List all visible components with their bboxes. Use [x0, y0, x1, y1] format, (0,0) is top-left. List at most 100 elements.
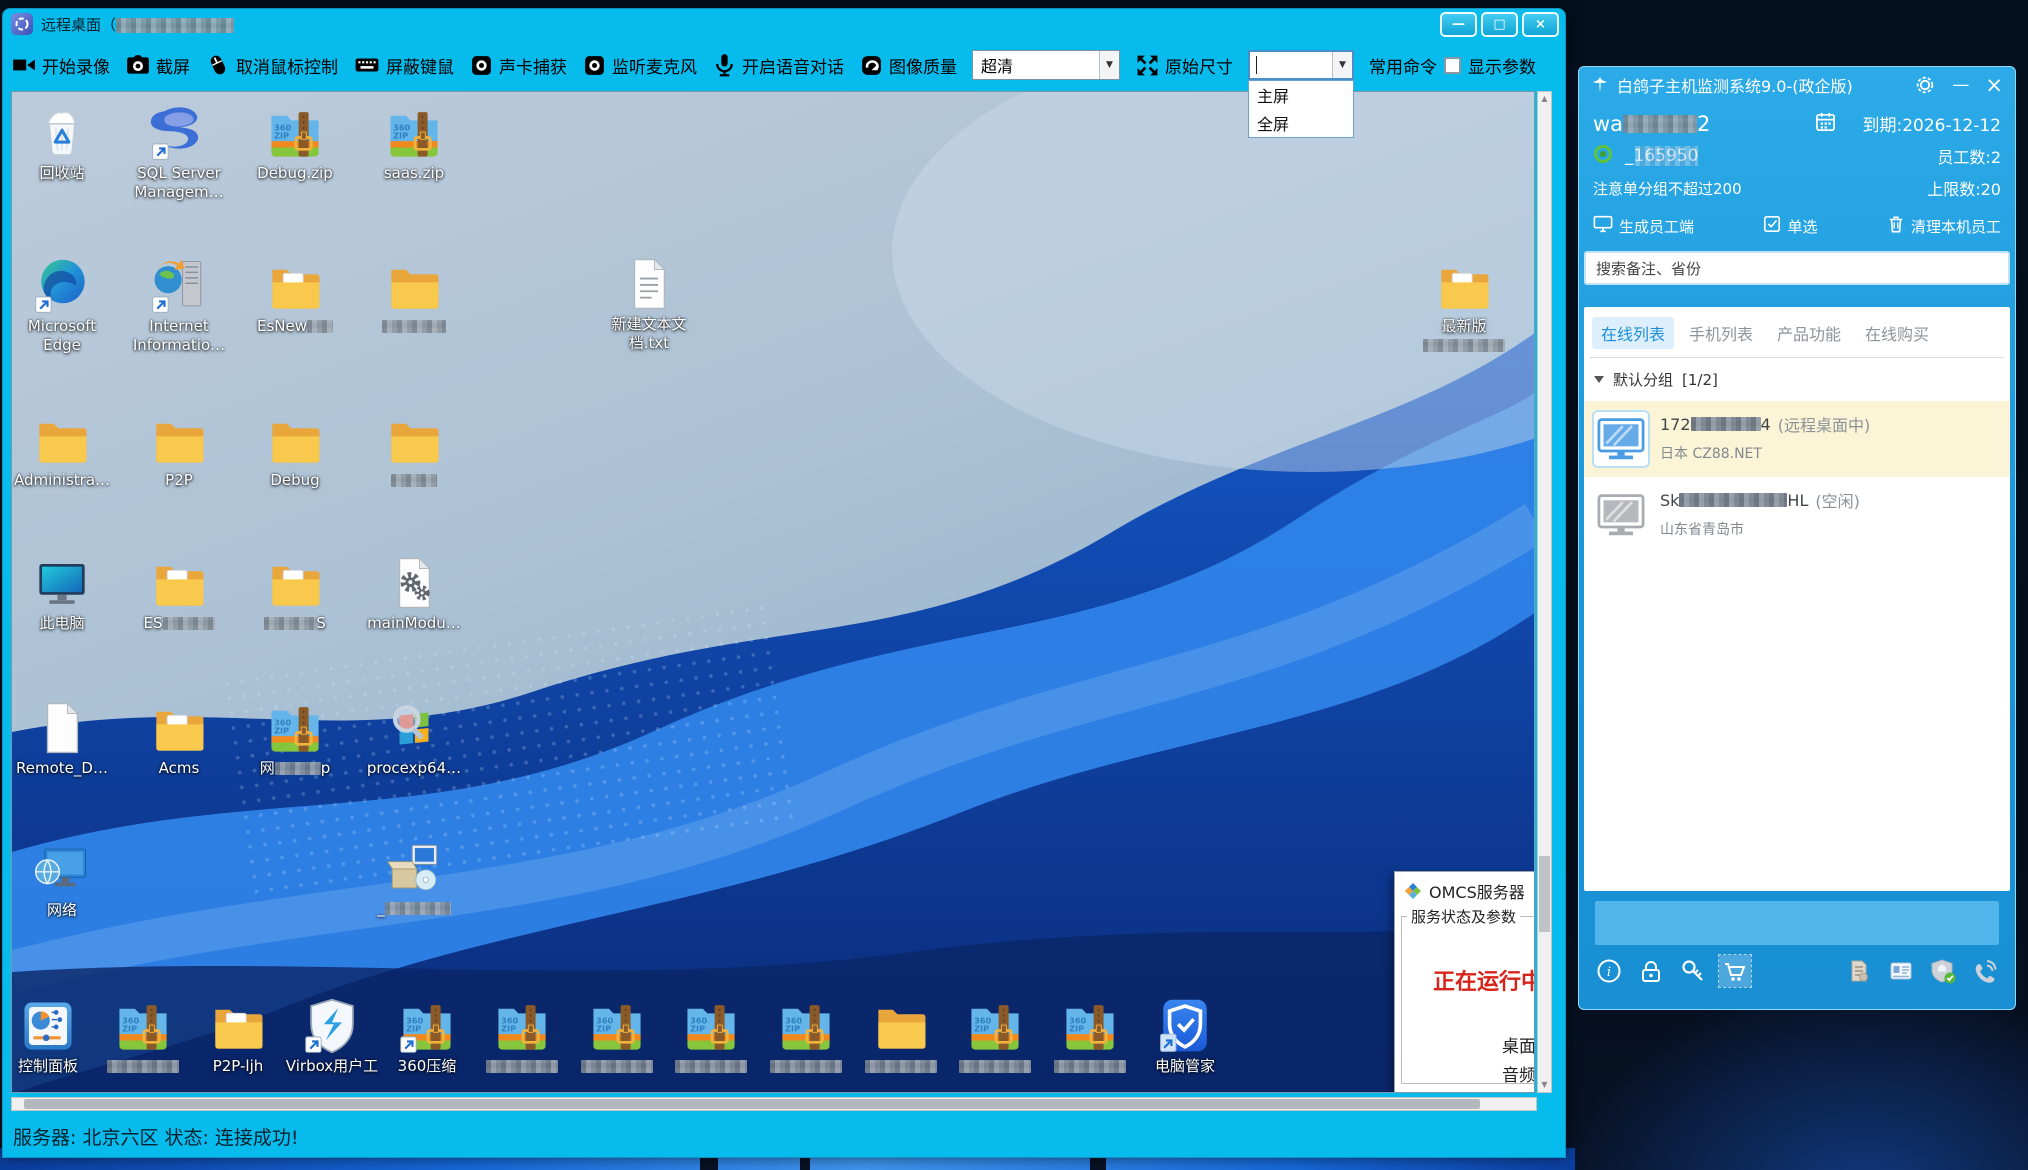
desktop-icon-mainmodule-file[interactable]: mainModu…: [356, 554, 472, 633]
tab-phone-list[interactable]: 手机列表: [1680, 317, 1762, 349]
idcard-icon[interactable]: [1885, 955, 1917, 987]
desktop-icon-saas-zip[interactable]: 360ZIPsaas.zip: [356, 104, 472, 183]
host-location: 山东省青岛市: [1660, 519, 1860, 539]
chevron-down-icon[interactable]: ▼: [1332, 52, 1352, 78]
screen-size-select[interactable]: ▼ 主屏全屏: [1248, 50, 1354, 80]
desktop-icon-esnew-folder[interactable]: EsNew: [237, 257, 353, 336]
host-item-1[interactable]: SkHL(空闲)山东省青岛市: [1584, 477, 2010, 553]
desktop-icon-internet-information-services[interactable]: InternetInformatio…: [121, 257, 237, 355]
panel-minimize-button[interactable]: —: [1952, 75, 1969, 95]
tab-online-purchase[interactable]: 在线购买: [1856, 317, 1938, 349]
desktop-icon-procexp64[interactable]: procexp64…: [356, 699, 472, 778]
panel-titlebar[interactable]: 白鸽子主机监测系统9.0-(政企版) — ×: [1579, 67, 2015, 103]
single-select-button[interactable]: 单选: [1763, 215, 1817, 237]
key-icon[interactable]: [1677, 955, 1709, 987]
microsoft-edge-icon: [33, 257, 91, 315]
desktop-icon-masked-folder-1[interactable]: [356, 257, 472, 336]
vertical-scrollbar[interactable]: ▲ ▼: [1537, 91, 1552, 1093]
es-folder-icon: [150, 554, 208, 612]
horizontal-scrollbar-thumb[interactable]: [24, 1099, 1480, 1109]
masked-zip-8-icon: 360ZIP: [1061, 997, 1119, 1055]
desktop-icon-masked-installer[interactable]: _: [356, 839, 472, 918]
phone-icon[interactable]: [1969, 955, 2001, 987]
cancel-mouse-control-button[interactable]: 取消鼠标控制: [205, 52, 338, 78]
lock-icon[interactable]: [1635, 955, 1667, 987]
start-record-button[interactable]: 开始录像: [11, 52, 110, 78]
omcs-title: OMCS服务器: [1429, 879, 1525, 903]
tab-product-features[interactable]: 产品功能: [1768, 317, 1850, 349]
screen-option-0[interactable]: 主屏: [1249, 81, 1353, 109]
desktop-icon-label: ES: [144, 614, 215, 633]
screenshot-button[interactable]: 截屏: [125, 52, 190, 78]
desktop-icon-remote-d-file[interactable]: Remote_D…: [11, 699, 120, 778]
remote-titlebar[interactable]: 远程桌面（: [3, 9, 1565, 39]
image-quality-label-group: 图像质量: [859, 53, 957, 78]
desktop-icon-label: mainModu…: [367, 614, 461, 633]
desktop-icon-sql-server-management-studio[interactable]: SQL ServerManagem…: [121, 104, 237, 202]
soundcard-capture-button[interactable]: 声卡捕获: [469, 53, 567, 78]
desktop-icon-acms-folder[interactable]: Acms: [121, 699, 237, 778]
remote-maximize-button[interactable]: □: [1481, 12, 1518, 37]
chevron-collapse-icon: [1594, 376, 1604, 383]
masked-folder-4-icon: [872, 997, 930, 1055]
horizontal-scrollbar[interactable]: [11, 1097, 1537, 1111]
desktop-icon-masked-folder-2[interactable]: [356, 411, 472, 490]
panel-close-button[interactable]: ×: [1985, 73, 2003, 97]
desktop-icon-label: [770, 1057, 842, 1076]
show-params-checkbox[interactable]: [1444, 57, 1461, 74]
chevron-down-icon[interactable]: ▼: [1099, 51, 1119, 79]
desktop-icon-microsoft-edge[interactable]: MicrosoftEdge: [11, 257, 120, 355]
screen-option-1[interactable]: 全屏: [1249, 109, 1353, 137]
settings-gear-icon[interactable]: [1914, 74, 1936, 96]
desktop-icon-masked-zip-1[interactable]: 360ZIP网p: [237, 699, 353, 778]
report-icon[interactable]: [1843, 955, 1875, 987]
desktop-icon-p2p-folder[interactable]: P2P: [121, 411, 237, 490]
omcs-row-desktop: 桌面: [1502, 1032, 1535, 1057]
desktop-icon-pc-manager[interactable]: 电脑管家: [1127, 997, 1243, 1076]
vertical-scrollbar-thumb[interactable]: [1539, 856, 1550, 932]
screen: 远程桌面（ — □ × 开始录像截屏取消鼠标控制屏蔽键鼠声卡捕获监听麦克风开启语…: [0, 0, 2028, 1170]
desktop-icon-es-folder[interactable]: ES: [121, 554, 237, 633]
desktop-icon-label: [581, 1057, 653, 1076]
image-quality-select[interactable]: 超清 ▼: [972, 50, 1120, 80]
esnew-folder-icon: [266, 257, 324, 315]
desktop-icon-label: [675, 1057, 747, 1076]
search-input[interactable]: 搜索备注、省份: [1584, 251, 2010, 285]
desktop-icon-masked-folder-3[interactable]: S: [237, 554, 353, 633]
desktop-icon-label: [391, 471, 437, 490]
svg-text:ZIP: ZIP: [785, 1023, 800, 1033]
listen-microphone-button[interactable]: 监听麦克风: [582, 53, 697, 78]
generate-client-button[interactable]: 生成员工端: [1593, 214, 1694, 238]
desktop-icon-new-text-document[interactable]: 新建文本文档.txt: [591, 255, 707, 353]
saas-zip-icon: 360ZIP: [385, 104, 443, 162]
original-size-button[interactable]: 原始尺寸: [1135, 53, 1233, 78]
desktop-icon-recycle-bin[interactable]: 回收站: [11, 104, 120, 183]
shield-icon[interactable]: [1927, 955, 1959, 987]
desktop-icon-administrator-folder[interactable]: Administra…: [11, 411, 120, 490]
remote-viewport[interactable]: 回收站SQL ServerManagem…360ZIPDebug.zip360Z…: [11, 91, 1535, 1093]
desktop-icon-this-pc[interactable]: 此电脑: [11, 554, 120, 633]
start-voice-chat-button[interactable]: 开启语音对话: [712, 52, 844, 78]
clean-local-clients-button[interactable]: 清理本机员工: [1887, 214, 2001, 238]
desktop-icon-label: Virbox用户工: [286, 1057, 378, 1076]
common-commands-button[interactable]: 常用命令: [1369, 53, 1437, 78]
host-status: (远程桌面中): [1778, 412, 1871, 436]
svg-text:ZIP: ZIP: [1069, 1023, 1084, 1033]
masked-zip-6-icon: 360ZIP: [777, 997, 835, 1055]
omcs-server-window[interactable]: OMCS服务器 服务状态及参数 正在运行中 桌面 音频: [1394, 871, 1535, 1093]
desktop-icon-debug-folder[interactable]: Debug: [237, 411, 353, 490]
desktop-icon-label: MicrosoftEdge: [28, 317, 96, 355]
desktop-icon-latest-version-folder[interactable]: 最新版: [1406, 257, 1522, 355]
latest-version-folder-icon: [1435, 257, 1493, 315]
info-icon[interactable]: i: [1593, 955, 1625, 987]
remote-minimize-button[interactable]: —: [1440, 12, 1477, 37]
group-header[interactable]: 默认分组 [1/2]: [1584, 358, 2010, 401]
cart-icon[interactable]: [1719, 955, 1751, 987]
desktop-icon-network[interactable]: 网络: [11, 841, 120, 920]
debug-folder-icon: [266, 411, 324, 469]
block-keyboard-mouse-button[interactable]: 屏蔽键鼠: [353, 52, 454, 78]
remote-close-button[interactable]: ×: [1522, 12, 1559, 37]
host-item-0[interactable]: 1724(远程桌面中)日本 CZ88.NET: [1584, 401, 2010, 477]
tab-online-list[interactable]: 在线列表: [1592, 317, 1674, 349]
desktop-icon-debug-zip[interactable]: 360ZIPDebug.zip: [237, 104, 353, 183]
